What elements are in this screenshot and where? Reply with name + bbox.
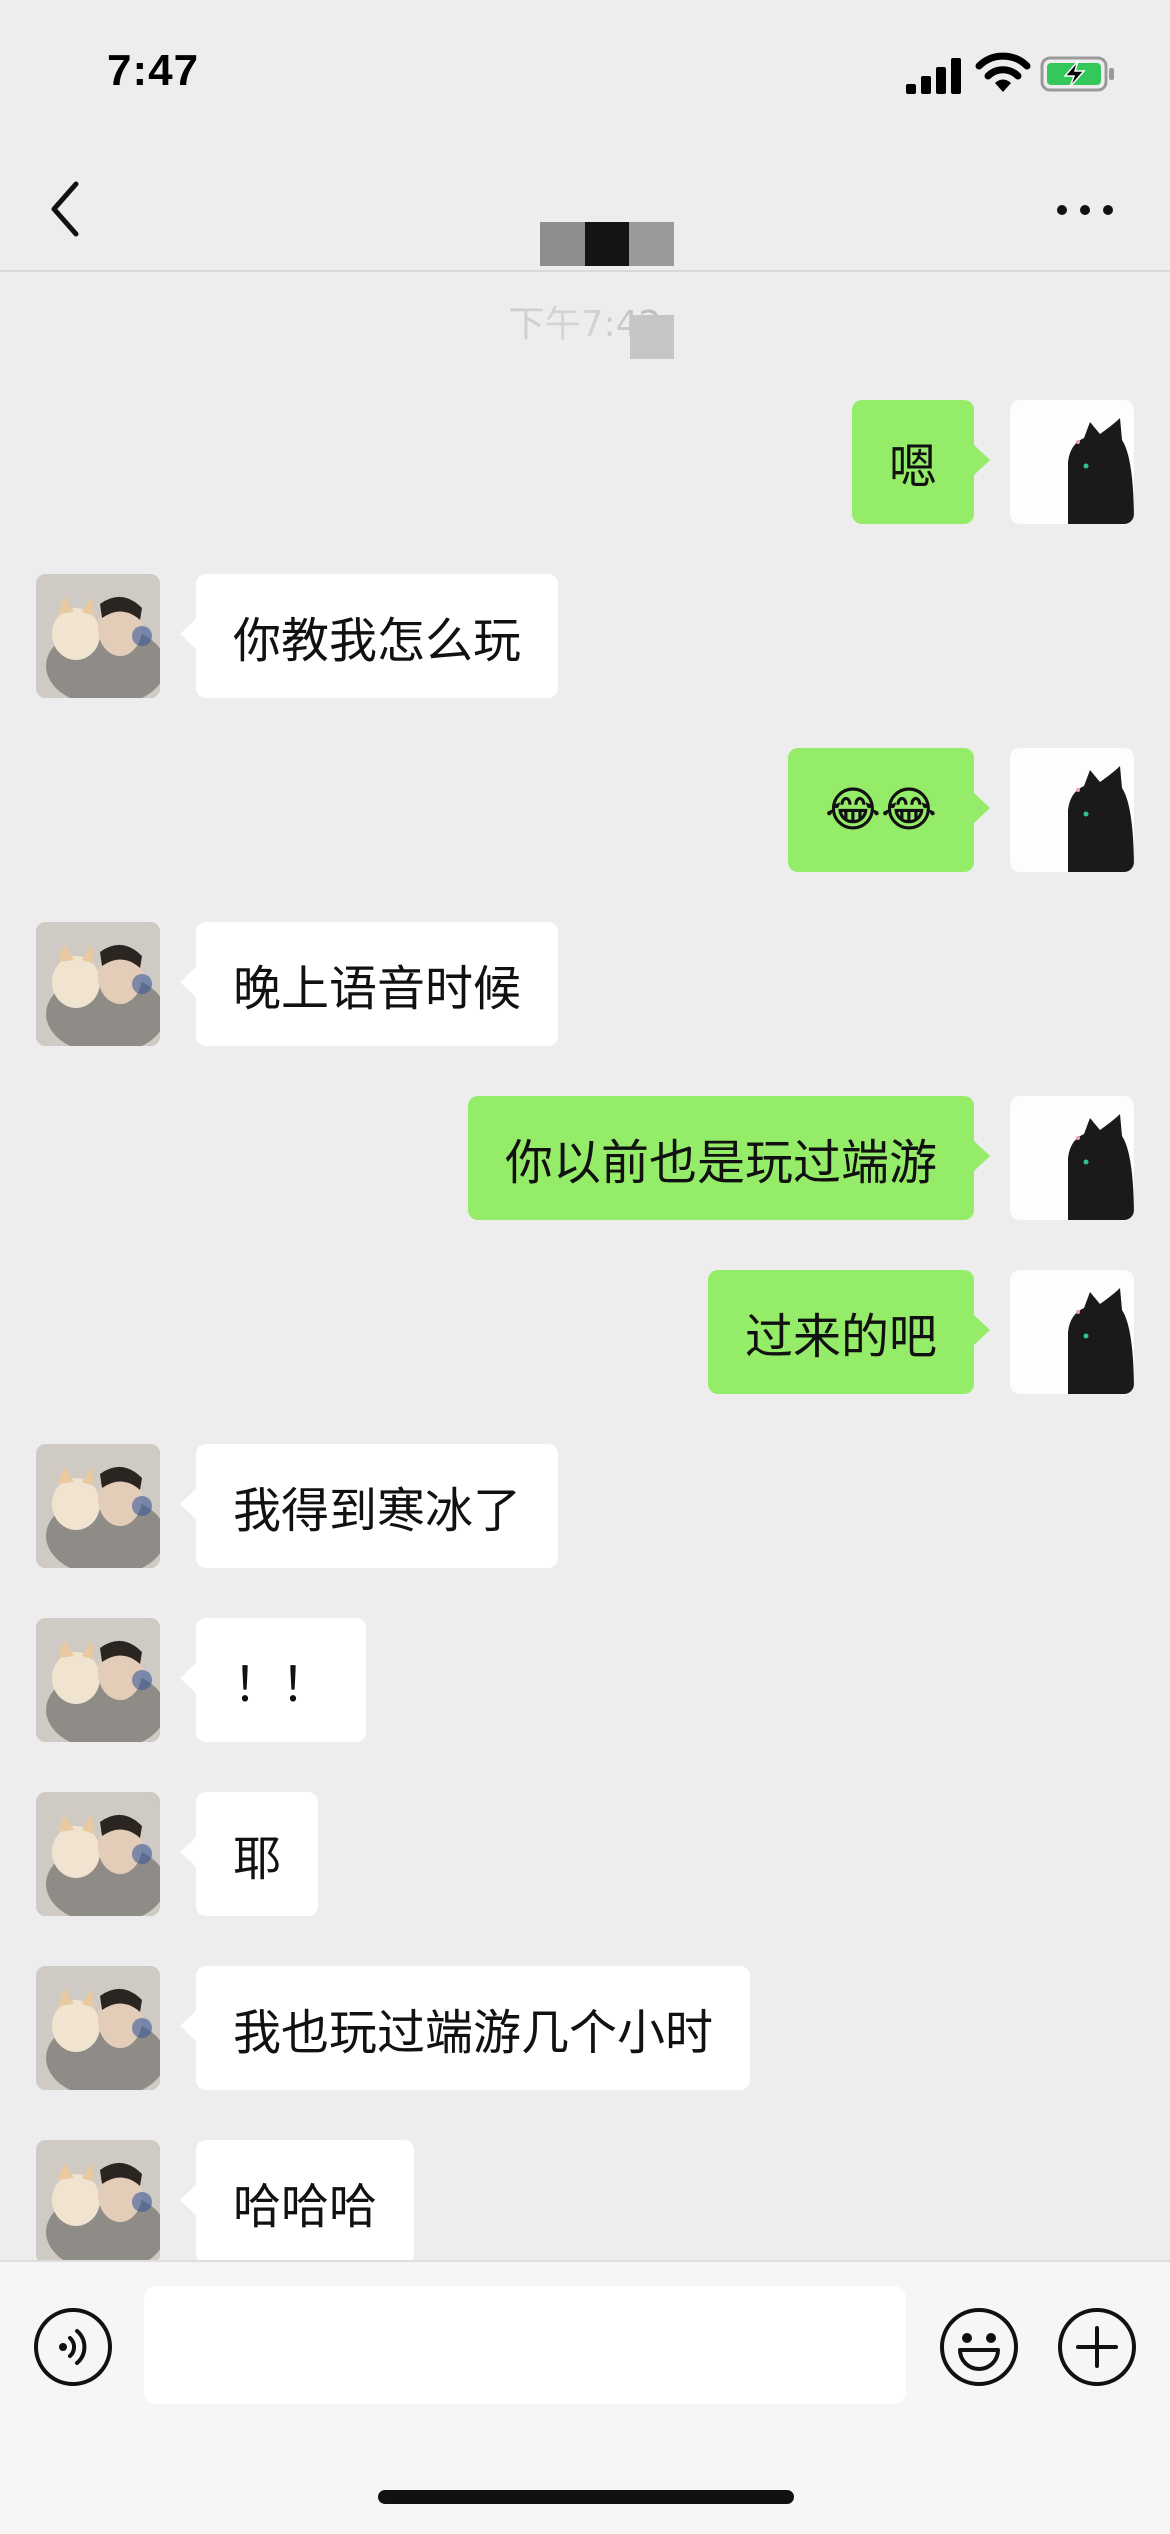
wifi-icon — [975, 52, 1031, 92]
message-incoming: 我得到寒冰了 — [0, 1444, 1170, 1568]
chat-header — [0, 150, 1170, 272]
status-bar: 7:47 — [0, 0, 1170, 150]
message-bubble[interactable]: 我也玩过端游几个小时 — [179, 1966, 751, 2090]
message-bubble[interactable]: 哈哈哈 — [179, 2140, 415, 2264]
battery-charging-icon — [1040, 56, 1114, 92]
home-indicator — [378, 2490, 794, 2504]
status-time: 7:47 — [107, 46, 200, 95]
message-bubble[interactable]: 过来的吧 — [707, 1270, 991, 1394]
message-input[interactable] — [144, 2286, 906, 2404]
more-dots-icon[interactable] — [1050, 190, 1120, 230]
message-incoming: 你教我怎么玩 — [0, 574, 1170, 698]
back-button[interactable] — [40, 176, 94, 242]
message-incoming: 我也玩过端游几个小时 — [0, 1966, 1170, 2090]
message-bubble[interactable]: 我得到寒冰了 — [179, 1444, 559, 1568]
cellular-signal-icon — [906, 58, 961, 94]
voice-input-icon[interactable] — [32, 2306, 114, 2388]
message-incoming: 哈哈哈 — [0, 2140, 1170, 2264]
my-avatar[interactable] — [1010, 400, 1134, 524]
my-avatar[interactable] — [1010, 1096, 1134, 1220]
plus-circle-icon[interactable] — [1056, 2306, 1138, 2388]
emoji-icon[interactable] — [938, 2306, 1020, 2388]
contact-avatar[interactable] — [36, 574, 160, 698]
my-avatar[interactable] — [1010, 748, 1134, 872]
contact-avatar[interactable] — [36, 1618, 160, 1742]
message-outgoing: 嗯 — [0, 400, 1170, 524]
contact-avatar[interactable] — [36, 922, 160, 1046]
contact-avatar[interactable] — [36, 1792, 160, 1916]
message-bubble[interactable]: 你以前也是玩过端游 — [467, 1096, 991, 1220]
contact-avatar[interactable] — [36, 1444, 160, 1568]
message-outgoing: 过来的吧 — [0, 1270, 1170, 1394]
message-bubble[interactable]: 嗯 — [851, 400, 991, 524]
timestamp-pixelation — [630, 315, 674, 359]
message-bubble[interactable]: 晚上语音时候 — [179, 922, 559, 1046]
my-avatar[interactable] — [1010, 1270, 1134, 1394]
message-outgoing: 😂😂 — [0, 748, 1170, 872]
message-bubble[interactable]: 你教我怎么玩 — [179, 574, 559, 698]
message-outgoing: 你以前也是玩过端游 — [0, 1096, 1170, 1220]
message-bubble[interactable]: 😂😂 — [787, 748, 991, 872]
message-incoming: 晚上语音时候 — [0, 922, 1170, 1046]
contact-avatar[interactable] — [36, 2140, 160, 2264]
chat-title-obscured — [540, 222, 675, 266]
message-bubble[interactable]: ！！ — [179, 1618, 367, 1742]
message-incoming: 耶 — [0, 1792, 1170, 1916]
contact-avatar[interactable] — [36, 1966, 160, 2090]
message-incoming: ！！ — [0, 1618, 1170, 1742]
message-bubble[interactable]: 耶 — [179, 1792, 319, 1916]
